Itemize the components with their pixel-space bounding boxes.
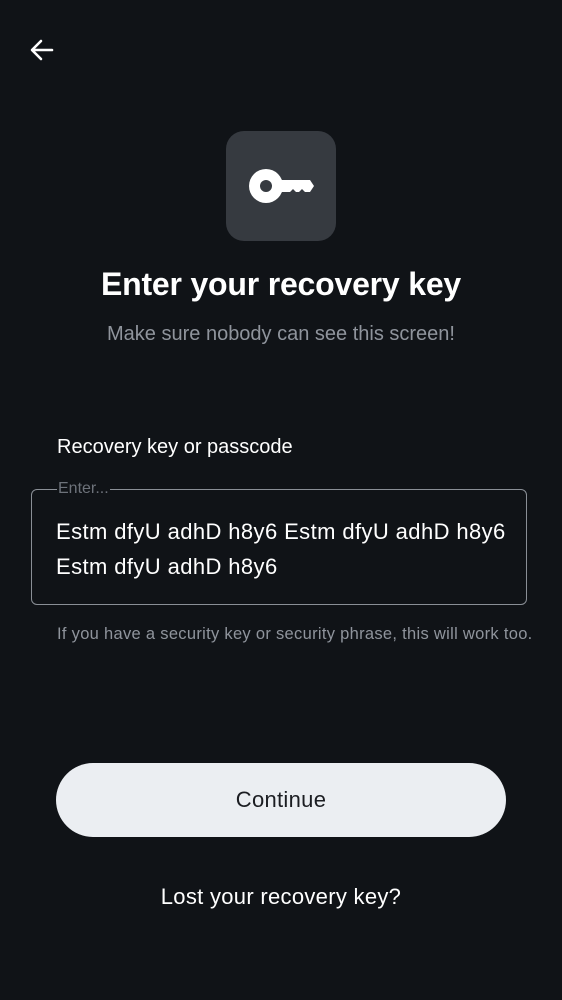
key-icon	[249, 169, 314, 203]
back-button[interactable]	[22, 30, 62, 70]
key-icon-tile	[226, 131, 336, 241]
lost-recovery-key-link[interactable]: Lost your recovery key?	[0, 884, 562, 910]
recovery-key-input[interactable]: Estm dfyU adhD h8y6 Estm dfyU adhD h8y6 …	[31, 489, 527, 605]
recovery-key-placeholder: Enter...	[57, 479, 110, 499]
arrow-left-icon	[30, 39, 54, 61]
recovery-key-label: Recovery key or passcode	[57, 436, 293, 458]
continue-button[interactable]: Continue	[56, 763, 506, 837]
page-title: Enter your recovery key	[100, 266, 462, 302]
recovery-key-hint: If you have a security key or security p…	[57, 625, 533, 643]
recovery-key-value: Estm dfyU adhD h8y6 Estm dfyU adhD h8y6 …	[56, 519, 506, 579]
page-subtitle: Make sure nobody can see this screen!	[107, 323, 455, 345]
